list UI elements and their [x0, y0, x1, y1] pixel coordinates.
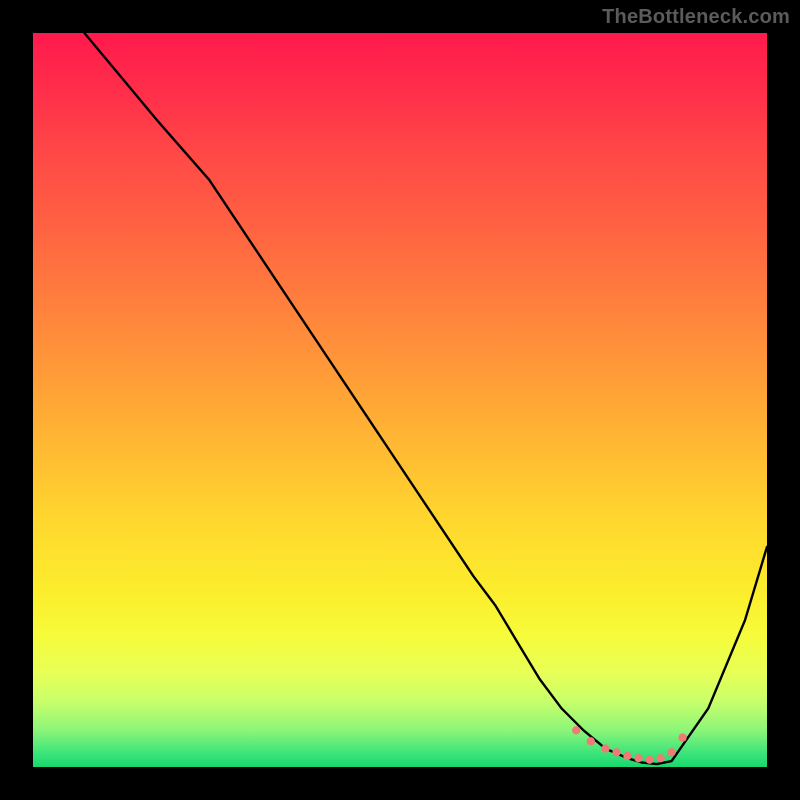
plot-area: [33, 33, 767, 767]
marker-dot: [612, 748, 620, 756]
marker-dot: [645, 756, 653, 764]
marker-dot: [678, 733, 686, 741]
marker-dot: [601, 744, 609, 752]
marker-dot: [572, 726, 580, 734]
bottom-marker-dots: [572, 726, 687, 764]
chart-frame: TheBottleneck.com: [0, 0, 800, 800]
watermark-text: TheBottleneck.com: [602, 6, 790, 29]
chart-svg: [33, 33, 767, 767]
marker-dot: [656, 754, 664, 762]
marker-dot: [667, 748, 675, 756]
bottleneck-curve: [84, 33, 767, 764]
marker-dot: [634, 754, 642, 762]
marker-dot: [623, 752, 631, 760]
marker-dot: [587, 737, 595, 745]
